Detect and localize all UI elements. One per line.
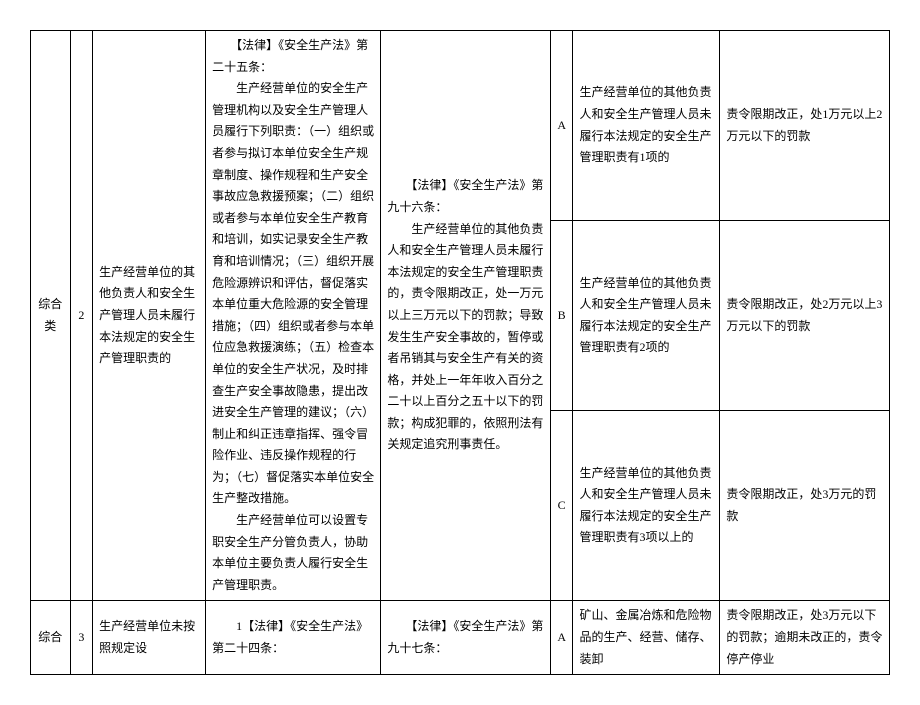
cell-description: 生产经营单位未按照规定设 — [93, 601, 206, 675]
cell-condition: 矿山、金属冶炼和危险物品的生产、经营、储存、装卸 — [573, 601, 720, 675]
cell-grade-a: A — [550, 31, 573, 221]
cell-penalty-a: 责令限期改正，处1万元以上2万元以下的罚款 — [720, 31, 890, 221]
table-row: 综合类 2 生产经营单位的其他负责人和安全生产管理人员未履行本法规定的安全生产管… — [31, 31, 890, 221]
cell-grade-b: B — [550, 221, 573, 411]
cell-grade-c: C — [550, 411, 573, 601]
cell-number: 2 — [70, 31, 93, 601]
cell-category: 综合 — [31, 601, 71, 675]
cell-grade: A — [550, 601, 573, 675]
cell-description: 生产经营单位的其他负责人和安全生产管理人员未履行本法规定的安全生产管理职责的 — [93, 31, 206, 601]
cell-penalty-c: 责令限期改正，处3万元的罚款 — [720, 411, 890, 601]
cell-category: 综合类 — [31, 31, 71, 601]
cell-condition-c: 生产经营单位的其他负责人和安全生产管理人员未履行本法规定的安全生产管理职责有3项… — [573, 411, 720, 601]
cell-law-basis-2: 【法律】《安全生产法》第九十六条： 生产经营单位的其他负责人和安全生产管理人员未… — [381, 31, 551, 601]
cell-condition-a: 生产经营单位的其他负责人和安全生产管理人员未履行本法规定的安全生产管理职责有1项… — [573, 31, 720, 221]
cell-law-basis-1: 【法律】《安全生产法》第二十五条： 生产经营单位的安全生产管理机构以及安全生产管… — [206, 31, 381, 601]
cell-penalty: 责令限期改正，处3万元以下的罚款；逾期未改正的，责令停产停业 — [720, 601, 890, 675]
regulation-table: 综合类 2 生产经营单位的其他负责人和安全生产管理人员未履行本法规定的安全生产管… — [30, 30, 890, 675]
cell-penalty-b: 责令限期改正，处2万元以上3万元以下的罚款 — [720, 221, 890, 411]
cell-law-basis-2: 【法律】《安全生产法》第九十七条： — [381, 601, 551, 675]
cell-number: 3 — [70, 601, 93, 675]
cell-law-basis-1: 1【法律】《安全生产法》第二十四条： — [206, 601, 381, 675]
cell-condition-b: 生产经营单位的其他负责人和安全生产管理人员未履行本法规定的安全生产管理职责有2项… — [573, 221, 720, 411]
table-row: 综合 3 生产经营单位未按照规定设 1【法律】《安全生产法》第二十四条： 【法律… — [31, 601, 890, 675]
